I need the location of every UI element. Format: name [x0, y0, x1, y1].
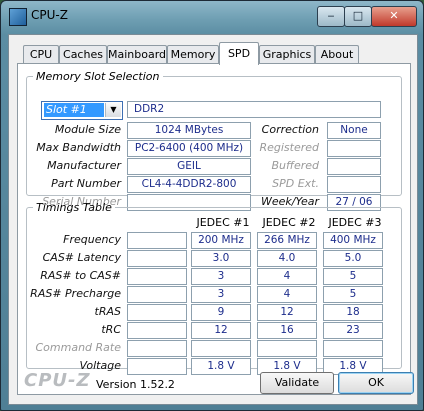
spd-ext-label: SPD Ext.: [272, 177, 319, 190]
max-bandwidth-value: PC2-6400 (400 MHz): [127, 140, 251, 157]
timings-legend: Timings Table: [36, 201, 112, 214]
timing-row-extra-value: [127, 304, 187, 321]
timing-row-extra-value: [127, 358, 187, 375]
title-bar[interactable]: CPU-Z ‒ □ ✕: [1, 1, 423, 35]
timing-value: 23: [323, 322, 383, 339]
tab-about[interactable]: About: [315, 45, 359, 64]
timing-value: 16: [257, 322, 317, 339]
timing-value: [323, 340, 383, 357]
timing-value: 1.8 V: [191, 358, 251, 375]
tab-caches[interactable]: Caches: [59, 45, 107, 64]
spd-panel: Memory Slot Selection Slot #1 ▼ DDR2 Mod…: [17, 63, 414, 395]
buffered-label: Buffered: [271, 159, 320, 172]
timing-row-extra-value: [127, 268, 187, 285]
timing-row-extra-value: [127, 286, 187, 303]
correction-label: Correction: [261, 123, 319, 136]
timing-row-label: tRC: [101, 323, 121, 336]
timing-value: 18: [323, 304, 383, 321]
timing-value: 5: [323, 268, 383, 285]
module-size-label: Module Size: [54, 123, 121, 136]
timing-row-label: RAS# Precharge: [30, 287, 121, 300]
validate-button[interactable]: Validate: [260, 372, 334, 394]
timings-group: Timings Table JEDEC #1 JEDEC #2 JEDEC #3…: [26, 201, 402, 375]
timing-value: 266 MHz: [257, 232, 317, 249]
memory-slot-legend: Memory Slot Selection: [36, 70, 160, 83]
client-area: CPU Caches Mainboard Memory SPD Graphics…: [8, 34, 418, 405]
maximize-button[interactable]: □: [344, 6, 372, 27]
chevron-down-icon[interactable]: ▼: [105, 103, 121, 117]
timing-value: [257, 340, 317, 357]
tab-mainboard[interactable]: Mainboard: [107, 45, 167, 64]
timing-value: 3.0: [191, 250, 251, 267]
timing-row-label: tRAS: [94, 305, 121, 318]
part-number-label: Part Number: [51, 177, 121, 190]
timing-value: 3: [191, 268, 251, 285]
timing-value: 4.0: [257, 250, 317, 267]
max-bandwidth-label: Max Bandwidth: [36, 141, 121, 154]
memory-type-field: DDR2: [127, 101, 381, 118]
tab-graphics[interactable]: Graphics: [259, 45, 315, 64]
timing-row-label: RAS# to CAS#: [40, 269, 121, 282]
minimize-button[interactable]: ‒: [317, 6, 345, 27]
cpuz-logo: CPU-Z: [24, 370, 91, 391]
timing-value: [191, 340, 251, 357]
timing-row-extra-value: [127, 322, 187, 339]
correction-value: None: [327, 122, 381, 139]
spd-ext-value: [327, 176, 381, 193]
timing-row-label: Frequency: [63, 233, 121, 246]
timing-value: 4: [257, 286, 317, 303]
cpuz-window: CPU-Z ‒ □ ✕ CPU Caches Mainboard Memory …: [0, 0, 424, 411]
timing-row-label: Command Rate: [35, 341, 122, 354]
registered-value: [327, 140, 381, 157]
timing-value: 4: [257, 268, 317, 285]
manufacturer-label: Manufacturer: [47, 159, 121, 172]
slot-select-value: Slot #1: [44, 103, 104, 117]
timing-value: 5: [323, 286, 383, 303]
memory-slot-group: Memory Slot Selection Slot #1 ▼ DDR2 Mod…: [26, 70, 402, 211]
timing-value: 12: [191, 322, 251, 339]
timing-value: 5.0: [323, 250, 383, 267]
tab-memory[interactable]: Memory: [167, 45, 219, 64]
timings-column-header: JEDEC #3: [328, 216, 382, 229]
timing-row-extra-value: [127, 250, 187, 267]
timing-value: 3: [191, 286, 251, 303]
close-button[interactable]: ✕: [371, 6, 417, 27]
timing-row-extra-value: [127, 340, 187, 357]
timing-value: 12: [257, 304, 317, 321]
timing-row-extra-value: [127, 232, 187, 249]
timings-column-header: JEDEC #2: [262, 216, 316, 229]
cpuz-app-icon: [9, 8, 27, 26]
manufacturer-value: GEIL: [127, 158, 251, 175]
timing-row-label: CAS# Latency: [42, 251, 121, 264]
tab-spd[interactable]: SPD: [219, 42, 259, 65]
timing-value: 9: [191, 304, 251, 321]
part-number-value: CL4-4-4DDR2-800: [127, 176, 251, 193]
timing-value: 200 MHz: [191, 232, 251, 249]
ok-button[interactable]: OK: [338, 372, 414, 394]
version-label: Version 1.52.2: [96, 378, 175, 391]
timings-column-header: JEDEC #1: [196, 216, 250, 229]
buffered-value: [327, 158, 381, 175]
slot-select[interactable]: Slot #1 ▼: [41, 101, 123, 120]
window-title: CPU-Z: [31, 8, 68, 22]
timing-value: 400 MHz: [323, 232, 383, 249]
tab-cpu[interactable]: CPU: [23, 45, 59, 64]
module-size-value: 1024 MBytes: [127, 122, 251, 139]
registered-label: Registered: [259, 141, 319, 154]
